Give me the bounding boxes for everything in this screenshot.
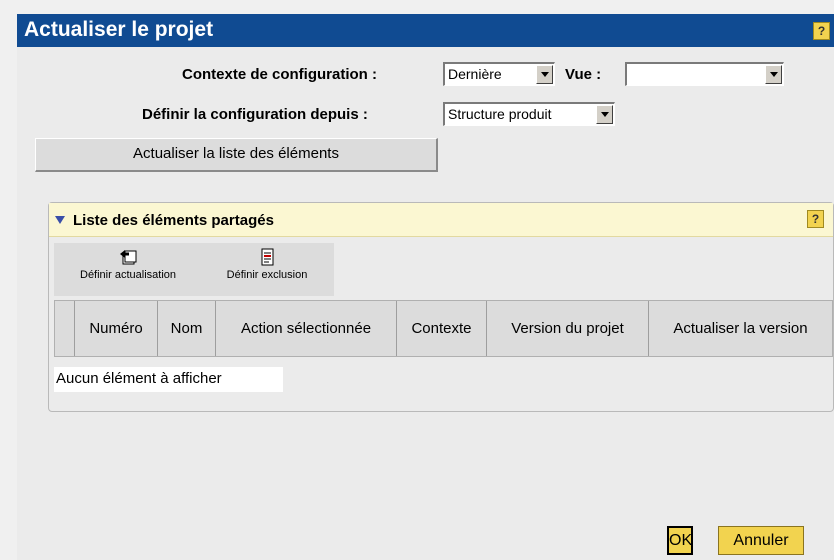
shared-items-panel: Liste des éléments partagés ? Définir ac…	[48, 202, 834, 412]
number-column-header[interactable]: Numéro	[75, 301, 158, 356]
source-select[interactable]: Structure produit	[443, 102, 615, 126]
dialog-title: Actualiser le projet	[24, 18, 214, 41]
shared-items-table-header: Numéro Nom Action sélectionnée Contexte …	[54, 300, 833, 357]
dialog-help-icon[interactable]: ?	[813, 22, 830, 40]
context-column-header[interactable]: Contexte	[397, 301, 487, 356]
panel-help-icon[interactable]: ?	[807, 210, 824, 228]
chevron-down-icon[interactable]	[765, 65, 782, 84]
panel-header[interactable]: Liste des éléments partagés ?	[49, 203, 833, 237]
select-column-header[interactable]	[55, 301, 75, 356]
define-update-label: Définir actualisation	[80, 269, 176, 281]
define-exclusion-icon	[261, 248, 274, 266]
source-row: Définir la configuration depuis : Struct…	[17, 102, 834, 128]
panel-toolbar: Définir actualisation Définir exclusion	[54, 243, 334, 296]
panel-title: Liste des éléments partagés	[73, 212, 274, 229]
collapse-triangle-icon[interactable]	[55, 216, 65, 224]
dialog-title-bar: Actualiser le projet ?	[17, 14, 834, 47]
dialog-window: Actualiser le projet ? Contexte de confi…	[17, 14, 834, 560]
view-select[interactable]	[625, 62, 784, 86]
ok-button[interactable]: OK	[667, 526, 693, 555]
chevron-down-icon[interactable]	[536, 65, 553, 84]
define-update-icon	[120, 250, 137, 265]
context-select-value: Dernière	[448, 66, 502, 82]
action-column-header[interactable]: Action sélectionnée	[216, 301, 397, 356]
chevron-down-icon[interactable]	[596, 105, 613, 124]
source-label: Définir la configuration depuis :	[142, 106, 368, 123]
refresh-list-button[interactable]: Actualiser la liste des éléments	[35, 138, 438, 172]
context-select[interactable]: Dernière	[443, 62, 555, 86]
empty-table-message: Aucun élément à afficher	[54, 367, 283, 392]
view-label: Vue :	[565, 66, 602, 83]
project-version-column-header[interactable]: Version du projet	[487, 301, 649, 356]
source-select-value: Structure produit	[448, 106, 552, 122]
name-column-header[interactable]: Nom	[158, 301, 216, 356]
define-exclusion-label: Définir exclusion	[226, 269, 308, 281]
context-row: Contexte de configuration : Dernière Vue…	[17, 62, 834, 88]
context-label: Contexte de configuration :	[182, 66, 377, 83]
cancel-button[interactable]: Annuler	[718, 526, 804, 555]
update-version-column-header[interactable]: Actualiser la version	[649, 301, 832, 356]
define-update-button[interactable]: Définir actualisation	[58, 247, 198, 281]
define-exclusion-button[interactable]: Définir exclusion	[204, 247, 330, 281]
